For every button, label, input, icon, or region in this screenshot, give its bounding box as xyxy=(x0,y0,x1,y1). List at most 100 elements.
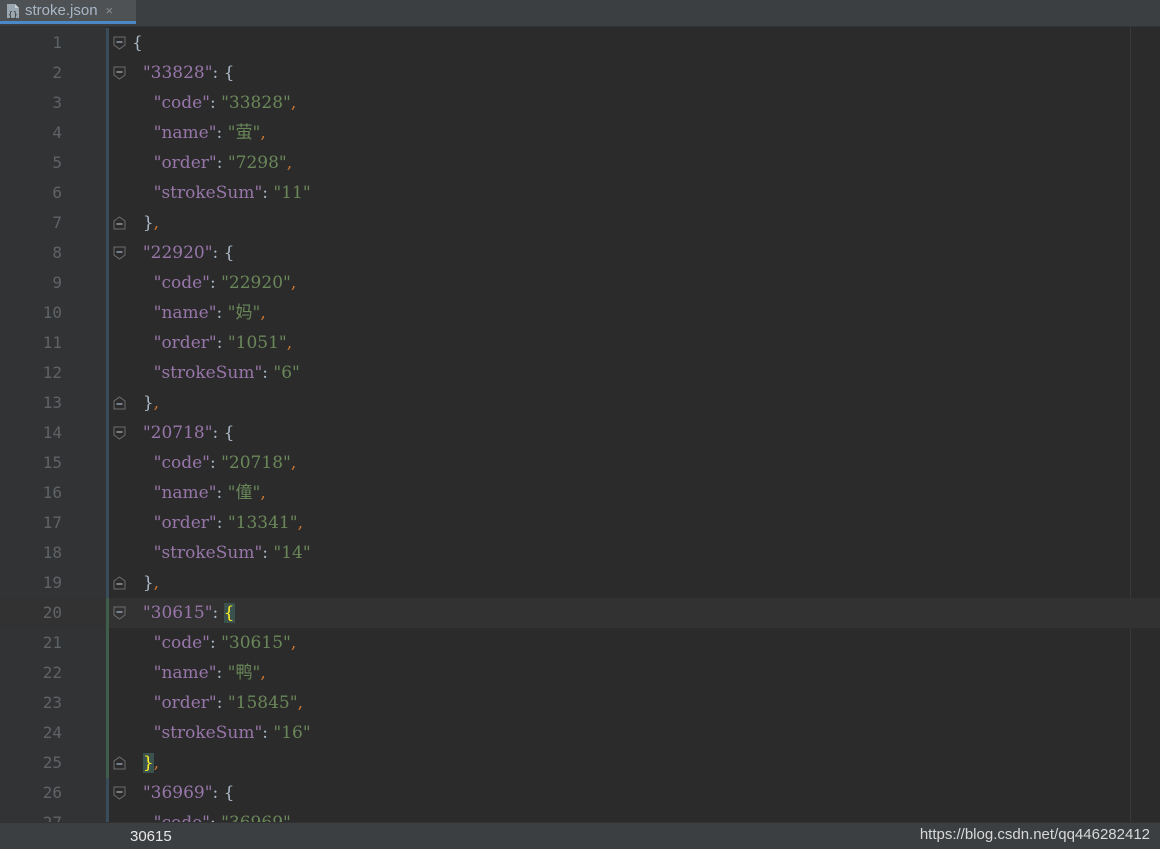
code-text: "strokeSum": "14" xyxy=(132,538,311,568)
code-line[interactable]: 18 "strokeSum": "14" xyxy=(0,538,1160,568)
fold-end-icon[interactable] xyxy=(113,756,126,770)
comma: , xyxy=(290,93,297,113)
json-string-value: "33828" xyxy=(221,93,291,113)
json-key: "name" xyxy=(153,483,217,503)
code-line[interactable]: 27 "code": "36969", xyxy=(0,808,1160,822)
colon: : xyxy=(216,123,228,143)
colon: : xyxy=(262,543,274,563)
fold-collapse-icon[interactable] xyxy=(113,36,126,50)
code-line[interactable]: 12 "strokeSum": "6" xyxy=(0,358,1160,388)
colon: : xyxy=(212,603,224,623)
code-line[interactable]: 15 "code": "20718", xyxy=(0,448,1160,478)
brace: { xyxy=(223,423,235,443)
code-line[interactable]: 20 "30615": { xyxy=(0,598,1160,628)
colon: : xyxy=(209,453,222,473)
code-line[interactable]: 16 "name": "僮", xyxy=(0,478,1160,508)
code-line[interactable]: 1{ xyxy=(0,28,1160,58)
code-text: }, xyxy=(132,568,159,598)
code-text: "order": "1051", xyxy=(132,328,293,358)
json-key: "strokeSum" xyxy=(153,543,263,563)
code-line[interactable]: 5 "order": "7298", xyxy=(0,148,1160,178)
line-number: 7 xyxy=(52,213,62,232)
fold-collapse-icon[interactable] xyxy=(113,66,126,80)
code-line[interactable]: 23 "order": "15845", xyxy=(0,688,1160,718)
code-line[interactable]: 7 }, xyxy=(0,208,1160,238)
code-line[interactable]: 25 }, xyxy=(0,748,1160,778)
code-line[interactable]: 3 "code": "33828", xyxy=(0,88,1160,118)
line-number: 8 xyxy=(52,243,62,262)
json-key: "33828" xyxy=(142,63,213,83)
json-key: "36969" xyxy=(142,783,213,803)
brace: { xyxy=(223,63,235,83)
code-line[interactable]: 26 "36969": { xyxy=(0,778,1160,808)
code-text: }, xyxy=(132,388,159,418)
json-key: "code" xyxy=(153,633,210,653)
line-number: 25 xyxy=(42,753,62,772)
code-line[interactable]: 10 "name": "妈", xyxy=(0,298,1160,328)
fold-collapse-icon[interactable] xyxy=(113,426,126,440)
json-string-value: "11" xyxy=(273,183,311,203)
code-text: "order": "13341", xyxy=(132,508,303,538)
code-line[interactable]: 14 "20718": { xyxy=(0,418,1160,448)
tab-stroke-json[interactable]: {} stroke.json × xyxy=(0,0,136,24)
fold-collapse-icon[interactable] xyxy=(113,606,126,620)
code-text: "order": "7298", xyxy=(132,148,293,178)
code-line[interactable]: 13 }, xyxy=(0,388,1160,418)
line-number: 9 xyxy=(52,273,62,292)
code-text: "30615": { xyxy=(132,598,235,628)
code-text: "strokeSum": "6" xyxy=(132,358,300,388)
fold-end-icon[interactable] xyxy=(113,396,126,410)
fold-end-icon[interactable] xyxy=(113,216,126,230)
comma: , xyxy=(153,213,160,233)
colon: : xyxy=(212,63,224,83)
code-line[interactable]: 11 "order": "1051", xyxy=(0,328,1160,358)
comma: , xyxy=(153,393,160,413)
line-number: 18 xyxy=(42,543,62,562)
line-number: 15 xyxy=(42,453,62,472)
colon: : xyxy=(209,93,222,113)
svg-text:{}: {} xyxy=(8,10,18,19)
json-string-value: "36969" xyxy=(221,813,291,822)
line-number: 20 xyxy=(42,603,62,622)
colon: : xyxy=(216,513,228,533)
json-string-value: "30615" xyxy=(221,633,291,653)
code-line[interactable]: 22 "name": "鸭", xyxy=(0,658,1160,688)
close-tab-icon[interactable]: × xyxy=(106,3,114,18)
fold-collapse-icon[interactable] xyxy=(113,246,126,260)
code-editor[interactable]: 1{2 "33828": {3 "code": "33828", 4 "name"… xyxy=(0,27,1160,822)
code-line[interactable]: 9 "code": "22920", xyxy=(0,268,1160,298)
code-text: "name": "鸭", xyxy=(132,658,266,688)
code-line[interactable]: 4 "name": "萤", xyxy=(0,118,1160,148)
colon: : xyxy=(216,153,228,173)
code-text: }, xyxy=(132,208,159,238)
code-line[interactable]: 19 }, xyxy=(0,568,1160,598)
json-key: "code" xyxy=(153,93,210,113)
colon: : xyxy=(216,693,228,713)
line-number: 4 xyxy=(52,123,62,142)
line-number: 1 xyxy=(52,33,62,52)
line-number: 23 xyxy=(42,693,62,712)
comma: , xyxy=(290,453,297,473)
colon: : xyxy=(216,483,228,503)
code-line[interactable]: 2 "33828": { xyxy=(0,58,1160,88)
breadcrumb-path[interactable]: 30615 xyxy=(130,828,172,845)
code-line[interactable]: 17 "order": "13341", xyxy=(0,508,1160,538)
comma: , xyxy=(297,513,303,533)
code-line[interactable]: 8 "22920": { xyxy=(0,238,1160,268)
fold-collapse-icon[interactable] xyxy=(113,786,126,800)
json-string-value: "7298" xyxy=(227,153,287,173)
json-string-value: "僮" xyxy=(227,483,261,503)
code-line[interactable]: 24 "strokeSum": "16" xyxy=(0,718,1160,748)
comma: , xyxy=(290,633,297,653)
brace: { xyxy=(223,603,235,623)
comma: , xyxy=(291,813,296,822)
brace: { xyxy=(223,783,235,803)
code-text: "20718": { xyxy=(132,418,235,448)
line-number: 22 xyxy=(42,663,62,682)
fold-end-icon[interactable] xyxy=(113,576,126,590)
code-line[interactable]: 21 "code": "30615", xyxy=(0,628,1160,658)
code-line[interactable]: 6 "strokeSum": "11" xyxy=(0,178,1160,208)
json-key: "30615" xyxy=(142,603,213,623)
status-bar: 30615 https://blog.csdn.net/qq446282412 xyxy=(0,822,1160,849)
brace: { xyxy=(132,33,143,53)
